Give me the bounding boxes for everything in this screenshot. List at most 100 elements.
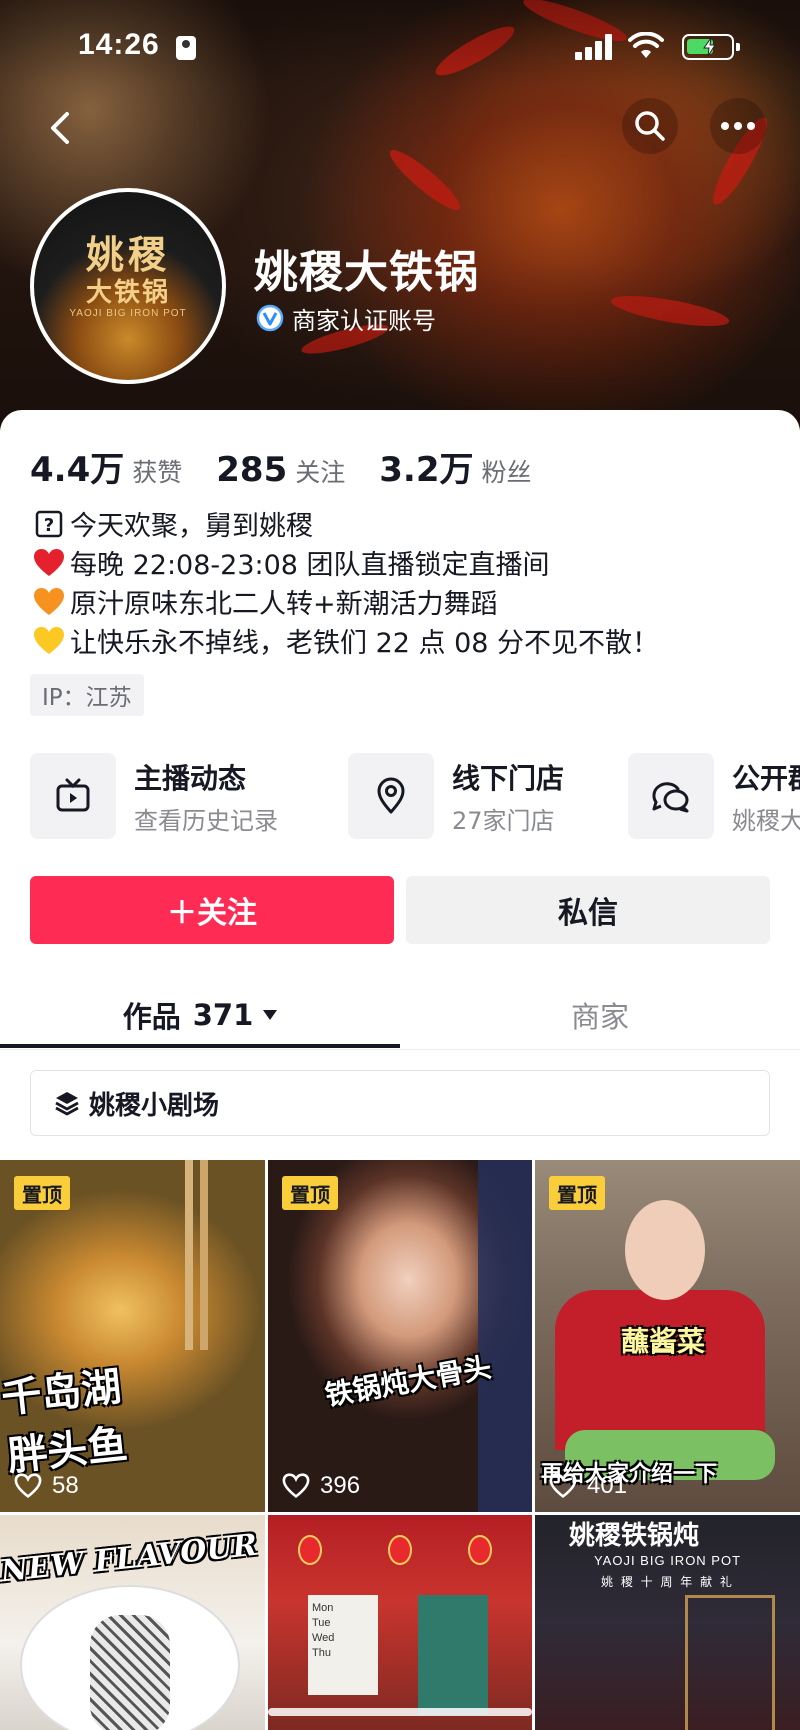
home-indicator[interactable] — [268, 1708, 532, 1716]
avatar-logo-english: YAOJI BIG IRON POT — [69, 308, 187, 319]
profile-tabs: 作品 371 商家 — [0, 980, 800, 1050]
lantern-decoration — [468, 1535, 492, 1565]
bio-text: 让快乐永不掉线，老铁们 22 点 08 分不见不散！ — [70, 628, 660, 659]
question-box-icon: ? — [32, 508, 66, 540]
verified-badge: 商家认证账号 — [256, 302, 436, 335]
following-count[interactable]: 285 — [216, 450, 287, 490]
avatar-logo-title: 姚稷 — [85, 232, 170, 277]
door-frame-decoration — [685, 1595, 775, 1730]
bio-line: 原汁原味东北二人转+新潮活力舞蹈 — [32, 582, 772, 621]
focus-person-icon — [176, 36, 196, 60]
tab-works[interactable]: 作品 371 — [0, 980, 400, 1050]
video-caption: 姚稷铁锅炖 — [569, 1521, 700, 1551]
profile-bio: ? 今天欢聚，舅到姚稷 每晚 22:08-23:08 团队直播锁定直播间 原汁原… — [32, 504, 772, 660]
lantern-decoration — [298, 1535, 322, 1565]
video-likes: 401 — [549, 1472, 627, 1500]
video-likes-count: 58 — [52, 1472, 79, 1499]
chevron-left-icon — [51, 112, 69, 144]
offline-stores-title: 线下门店 — [452, 761, 565, 795]
video-likes-count: 401 — [587, 1472, 628, 1499]
live-feed-entry[interactable]: 主播动态 查看历史记录 — [30, 752, 278, 840]
profile-name: 姚稷大铁锅 — [254, 247, 479, 298]
message-button[interactable]: 私信 — [406, 876, 770, 944]
bio-text: 今天欢聚，舅到姚稷 — [70, 511, 313, 542]
follow-button[interactable]: ＋关注 — [30, 876, 394, 944]
video-caption-text: 千岛湖 胖头鱼 — [0, 1362, 130, 1480]
tab-works-count: 371 — [192, 998, 254, 1032]
video-thumbnail[interactable]: 姚稷铁锅炖 YAOJI BIG IRON POT 姚 稷 十 周 年 献 礼 — [535, 1515, 800, 1730]
playlist-label: 姚稷小剧场 — [89, 1090, 220, 1121]
fish-decoration — [90, 1615, 170, 1730]
wifi-icon — [628, 31, 664, 60]
menu-sign: Mon Tue Wed Thu — [308, 1595, 378, 1695]
status-time: 14:26 — [78, 28, 160, 61]
avatar[interactable]: 姚稷 大铁锅 YAOJI BIG IRON POT — [30, 188, 226, 384]
pinned-badge: 置顶 — [14, 1176, 70, 1210]
playlist-button[interactable]: 姚稷小剧场 — [30, 1070, 770, 1136]
caret-down-icon — [263, 1010, 278, 1020]
live-feed-title: 主播动态 — [134, 761, 247, 795]
public-group-title: 公开群 — [732, 761, 800, 795]
bio-line: ? 今天欢聚，舅到姚稷 — [32, 504, 772, 543]
chopstick-decoration — [185, 1160, 193, 1350]
more-dots-icon — [721, 122, 755, 130]
search-icon — [635, 111, 665, 141]
location-pin-icon — [348, 753, 434, 839]
video-subcaption: 姚 稷 十 周 年 献 礼 — [601, 1575, 734, 1589]
likes-label[interactable]: 获赞 — [132, 453, 182, 489]
orange-heart-icon — [32, 586, 66, 618]
video-thumbnail[interactable]: 置顶 铁锅炖大骨头 396 — [268, 1160, 532, 1512]
video-likes: 396 — [282, 1472, 360, 1500]
yellow-heart-icon — [32, 625, 66, 657]
heart-outline-icon — [282, 1473, 310, 1499]
video-likes-count: 396 — [320, 1472, 361, 1499]
video-thumbnail[interactable]: 置顶 千岛湖 胖头鱼 58 — [0, 1160, 265, 1512]
door-decoration — [418, 1595, 488, 1715]
video-likes: 58 — [14, 1472, 79, 1500]
tab-shop[interactable]: 商家 — [400, 980, 800, 1050]
cellular-signal-icon — [575, 34, 615, 60]
video-grid: 置顶 千岛湖 胖头鱼 58 置顶 铁锅炖大骨头 396 置顶 蘸酱菜 再给大家介… — [0, 1160, 800, 1730]
following-label[interactable]: 关注 — [295, 453, 345, 489]
tab-shop-label: 商家 — [570, 1000, 629, 1034]
bio-line: 让快乐永不掉线，老铁们 22 点 08 分不见不散！ — [32, 621, 772, 660]
red-heart-icon — [32, 547, 66, 579]
video-thumbnail[interactable]: 置顶 蘸酱菜 再给大家介绍一下 401 — [535, 1160, 800, 1512]
profile-stats: 4.4万 获赞 285 关注 3.2万 粉丝 — [30, 442, 566, 490]
video-subcaption: YAOJI BIG IRON POT — [593, 1553, 742, 1568]
lantern-decoration — [388, 1535, 412, 1565]
video-caption: 铁锅炖大骨头 — [322, 1350, 494, 1413]
ip-location-tag: IP：江苏 — [30, 674, 144, 716]
video-caption: NEW FLAVOUR — [0, 1527, 260, 1590]
search-button[interactable] — [622, 98, 678, 154]
verified-label: 商家认证账号 — [292, 306, 436, 335]
bio-text: 原汁原味东北二人转+新潮活力舞蹈 — [70, 589, 498, 620]
pinned-badge: 置顶 — [549, 1176, 605, 1210]
active-tab-indicator — [0, 1044, 400, 1048]
bio-text: 每晚 22:08-23:08 团队直播锁定直播间 — [70, 550, 550, 581]
heart-outline-icon — [14, 1473, 42, 1499]
status-bar: 14:26 — [0, 28, 800, 68]
back-button[interactable] — [32, 100, 88, 156]
followers-label[interactable]: 粉丝 — [481, 453, 531, 489]
menu-sign-text: Mon Tue Wed Thu — [312, 1602, 335, 1659]
bio-line: 每晚 22:08-23:08 团队直播锁定直播间 — [32, 543, 772, 582]
offline-stores-entry[interactable]: 线下门店 27家门店 — [348, 752, 564, 840]
layers-icon — [55, 1092, 79, 1116]
verified-v-icon — [256, 304, 284, 332]
likes-count[interactable]: 4.4万 — [30, 442, 124, 491]
followers-count[interactable]: 3.2万 — [379, 442, 473, 491]
heart-outline-icon — [549, 1473, 577, 1499]
video-caption: 蘸酱菜 — [621, 1325, 706, 1358]
live-tv-icon — [30, 753, 116, 839]
red-dress-decoration — [555, 1290, 765, 1450]
avatar-logo-subtitle: 大铁锅 — [85, 278, 170, 308]
background-wall — [478, 1160, 532, 1512]
video-thumbnail[interactable]: Mon Tue Wed Thu — [268, 1515, 532, 1730]
public-group-subtitle: 姚稷大 — [732, 806, 800, 835]
svg-text:?: ? — [44, 515, 54, 536]
public-group-entry[interactable]: 公开群 姚稷大 — [628, 752, 800, 840]
more-options-button[interactable] — [710, 98, 766, 154]
offline-stores-subtitle: 27家门店 — [452, 806, 555, 835]
video-thumbnail[interactable]: NEW FLAVOUR — [0, 1515, 265, 1730]
